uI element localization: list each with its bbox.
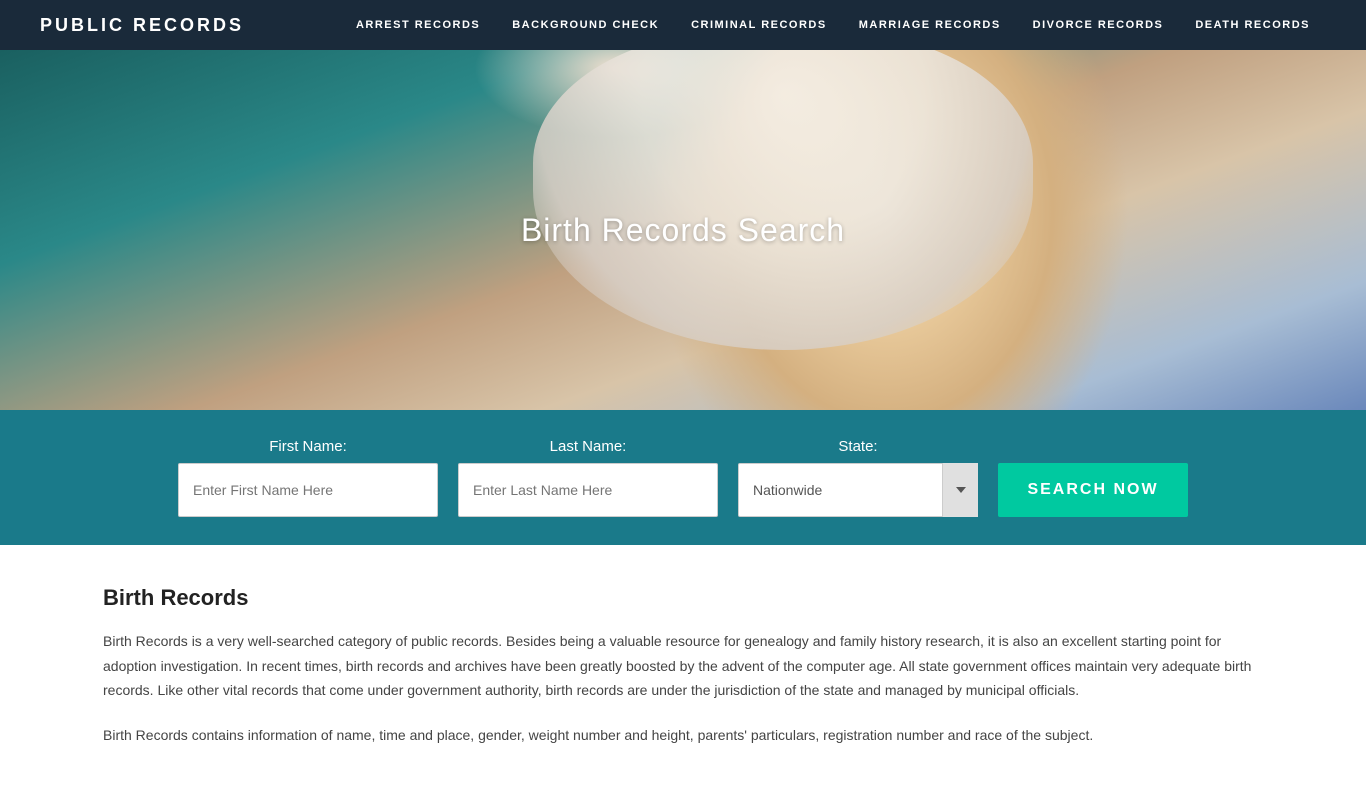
hero-section: Birth Records Search bbox=[0, 50, 1366, 410]
nav-item-marriage-records[interactable]: MARRIAGE RECORDS bbox=[843, 0, 1017, 50]
state-label: State: bbox=[738, 438, 978, 455]
last-name-input[interactable] bbox=[458, 463, 718, 517]
first-name-field: First Name: bbox=[178, 438, 438, 517]
last-name-field: Last Name: bbox=[458, 438, 718, 517]
state-select[interactable]: Nationwide Alabama Alaska Arizona Arkans… bbox=[738, 463, 978, 517]
state-select-wrap: Nationwide Alabama Alaska Arizona Arkans… bbox=[738, 463, 978, 517]
header: PUBLIC RECORDS ARREST RECORDSBACKGROUND … bbox=[0, 0, 1366, 50]
paragraph-2: Birth Records contains information of na… bbox=[103, 723, 1263, 748]
hero-title: Birth Records Search bbox=[521, 212, 845, 249]
first-name-input[interactable] bbox=[178, 463, 438, 517]
nav-item-death-records[interactable]: DEATH RECORDS bbox=[1179, 0, 1326, 50]
content-section: Birth Records Birth Records is a very we… bbox=[63, 545, 1303, 787]
site-logo[interactable]: PUBLIC RECORDS bbox=[40, 15, 244, 36]
nav-item-background-check[interactable]: BACKGROUND CHECK bbox=[496, 0, 675, 50]
paragraph-1: Birth Records is a very well-searched ca… bbox=[103, 629, 1263, 703]
search-bar: First Name: Last Name: State: Nationwide… bbox=[0, 410, 1366, 545]
nav-item-criminal-records[interactable]: CRIMINAL RECORDS bbox=[675, 0, 843, 50]
last-name-label: Last Name: bbox=[458, 438, 718, 455]
nav-item-arrest-records[interactable]: ARREST RECORDS bbox=[340, 0, 496, 50]
hero-title-wrap: Birth Records Search bbox=[521, 212, 845, 249]
nav-item-divorce-records[interactable]: DIVORCE RECORDS bbox=[1017, 0, 1180, 50]
main-nav: ARREST RECORDSBACKGROUND CHECKCRIMINAL R… bbox=[340, 0, 1326, 50]
section-title: Birth Records bbox=[103, 585, 1263, 611]
search-now-button[interactable]: SEARCH NOW bbox=[998, 463, 1188, 517]
state-field: State: Nationwide Alabama Alaska Arizona… bbox=[738, 438, 978, 517]
first-name-label: First Name: bbox=[178, 438, 438, 455]
